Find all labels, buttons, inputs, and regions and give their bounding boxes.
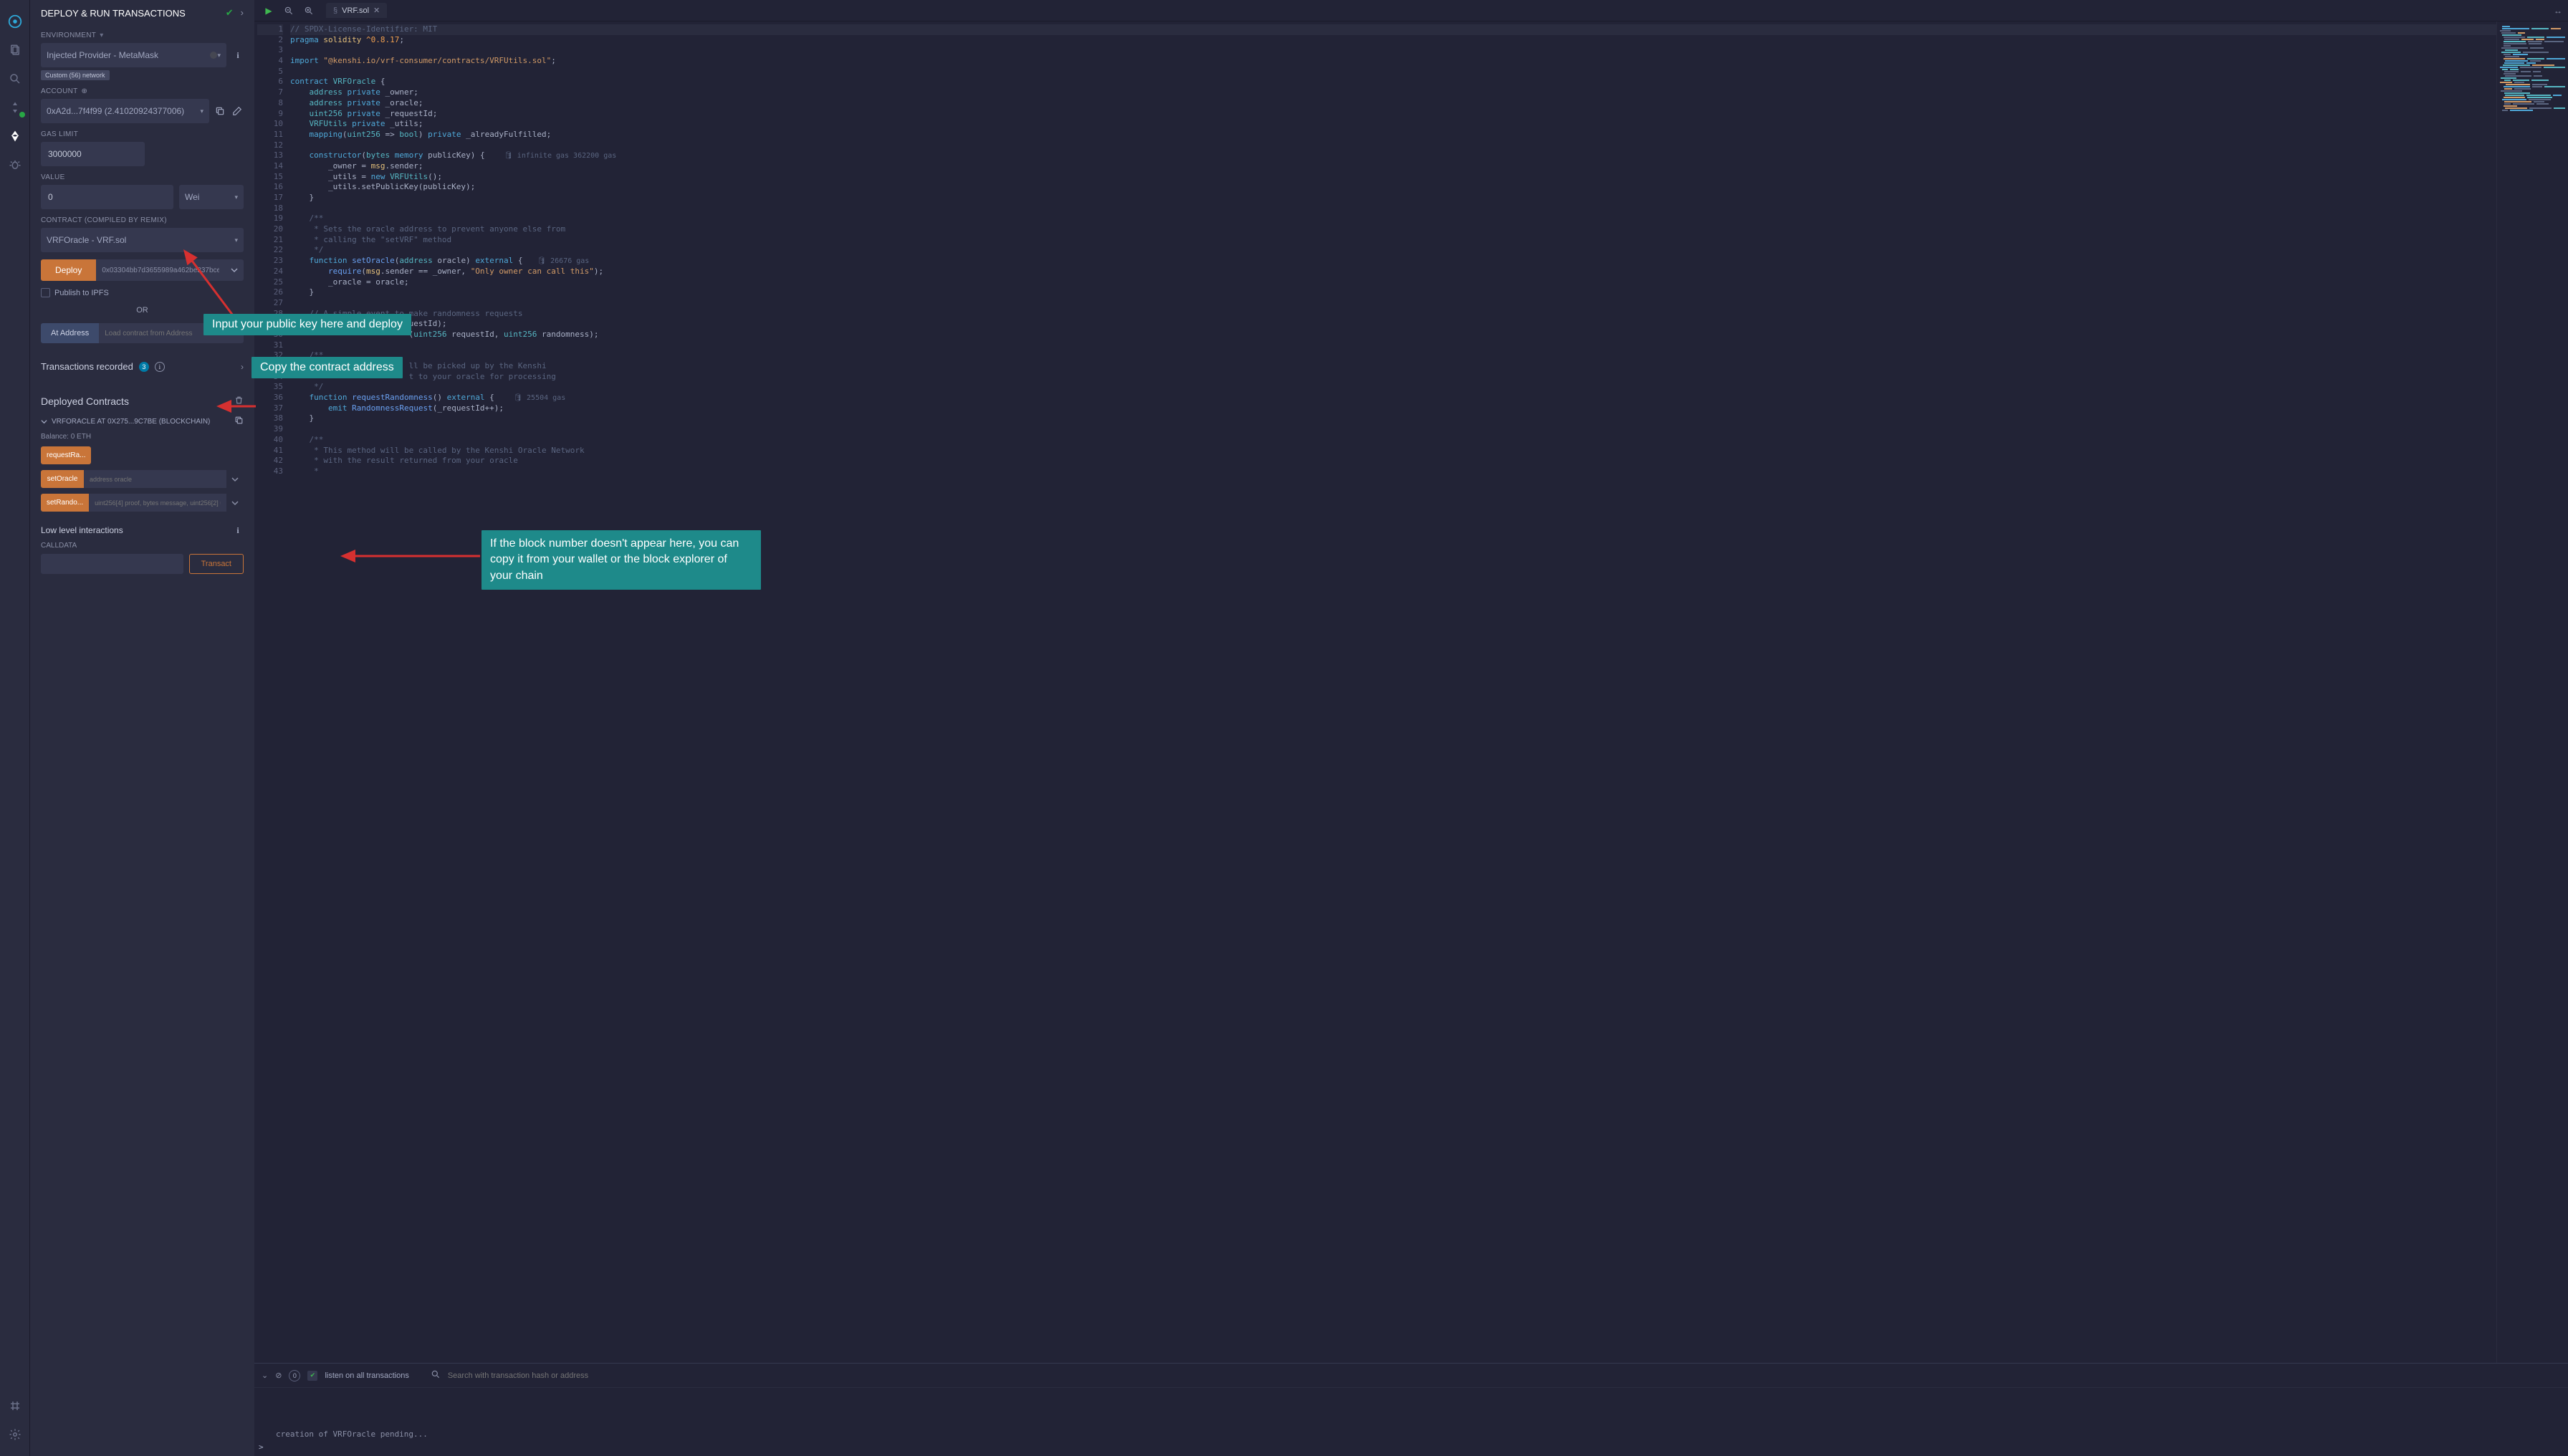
run-icon[interactable]: ▶ — [260, 2, 277, 19]
listen-label: listen on all transactions — [325, 1371, 408, 1380]
expand-editor-icon[interactable]: ↔ — [2554, 6, 2562, 16]
editor-topbar: ▶ § VRF.sol ✕ ↔ — [254, 0, 2568, 21]
solidity-icon: § — [333, 6, 337, 15]
account-select[interactable]: 0xA2d...7f4f99 (2.41020924377006) ▾ — [41, 99, 209, 123]
settings-icon[interactable] — [6, 1426, 24, 1443]
lowlevel-info-icon[interactable]: i — [232, 525, 244, 536]
value-label: VALUE — [41, 173, 244, 181]
terminal-search-icon[interactable] — [431, 1369, 441, 1381]
deployed-contract-toggle[interactable]: VRFORACLE AT 0X275...9C7BE (BLOCKCHAIN) — [41, 418, 210, 426]
environment-select[interactable]: Injected Provider - MetaMask ▾ — [41, 43, 226, 67]
fn-setOracle-expand-icon[interactable] — [226, 470, 244, 488]
file-explorer-icon[interactable] — [6, 42, 24, 59]
panel-expand-icon[interactable]: › — [241, 7, 244, 19]
transact-button[interactable]: Transact — [189, 554, 244, 574]
balance-text: Balance: 0 ETH — [41, 433, 244, 441]
env-info-icon[interactable]: i — [232, 49, 244, 61]
at-address-button[interactable]: At Address — [41, 323, 99, 343]
contract-select[interactable]: VRFOracle - VRF.sol ▾ — [41, 228, 244, 252]
zoom-in-icon[interactable] — [300, 2, 317, 19]
gas-label: GAS LIMIT — [41, 130, 244, 138]
terminal-search-input[interactable] — [448, 1371, 634, 1380]
transactions-recorded-row[interactable]: Transactions recorded 3 i › — [41, 361, 244, 378]
editor-area: 1234567891011121314151617181920212223242… — [254, 21, 2568, 1363]
network-badge: Custom (56) network — [41, 70, 110, 80]
tx-expand-icon[interactable]: › — [241, 362, 244, 372]
fn-requestRandomness-button[interactable]: requestRa... — [41, 446, 91, 464]
zoom-out-icon[interactable] — [280, 2, 297, 19]
code-content[interactable]: // SPDX-License-Identifier: MITpragma so… — [290, 21, 2496, 1363]
value-unit-select[interactable]: Wei ▾ — [179, 185, 244, 209]
gas-input[interactable] — [41, 142, 145, 166]
pending-tx-badge: 0 — [289, 1370, 300, 1381]
callout-deploy: Input your public key here and deploy — [203, 314, 411, 335]
compile-check-icon[interactable]: ✔ — [226, 7, 234, 19]
minimap[interactable] — [2496, 21, 2568, 1363]
copy-account-icon[interactable] — [214, 105, 226, 118]
add-account-icon[interactable]: ⊕ — [82, 87, 88, 95]
fn-setRandomness-input[interactable] — [89, 494, 226, 512]
terminal-clear-icon[interactable]: ⊘ — [275, 1371, 282, 1380]
callout-block: If the block number doesn't appear here,… — [481, 530, 761, 590]
debugger-icon[interactable] — [6, 156, 24, 173]
line-gutter: 1234567891011121314151617181920212223242… — [254, 21, 290, 1363]
terminal-toggle-icon[interactable]: ⌄ — [262, 1371, 268, 1380]
editor-main: ▶ § VRF.sol ✕ ↔ 123456789101112131415161… — [254, 0, 2568, 1456]
deploy-button[interactable]: Deploy — [41, 259, 96, 281]
swap-icon — [210, 52, 217, 59]
calldata-input[interactable] — [41, 554, 183, 574]
copy-contract-icon[interactable] — [234, 416, 244, 427]
deployed-contracts-label: Deployed Contracts — [41, 396, 129, 407]
environment-label: ENVIRONMENT ▾ — [41, 32, 244, 39]
lowlevel-label: Low level interactions — [41, 525, 123, 535]
tx-info-icon[interactable]: i — [155, 362, 165, 372]
contract-label: CONTRACT (Compiled by Remix) — [41, 216, 244, 224]
terminal: ⌄ ⊘ 0 ✔ listen on all transactions creat… — [254, 1363, 2568, 1456]
arrow-2 — [224, 399, 259, 416]
fn-setOracle-input[interactable] — [84, 470, 226, 488]
plugin-icon[interactable] — [6, 1397, 24, 1414]
fn-setOracle-button[interactable]: setOracle — [41, 470, 84, 488]
terminal-output-line: creation of VRFOracle pending... — [276, 1429, 2554, 1439]
fn-setRandomness-expand-icon[interactable] — [226, 494, 244, 512]
remix-logo-icon[interactable] — [6, 13, 24, 30]
calldata-label: CALLDATA — [41, 542, 244, 550]
deploy-panel: DEPLOY & RUN TRANSACTIONS ✔ › ENVIRONMEN… — [30, 0, 254, 1456]
close-tab-icon[interactable]: ✕ — [373, 6, 380, 15]
listen-checkbox[interactable]: ✔ — [307, 1371, 317, 1381]
edit-account-icon[interactable] — [231, 105, 244, 118]
chevron-down-icon — [41, 418, 47, 425]
terminal-prompt[interactable]: > — [259, 1442, 264, 1452]
editor-tab[interactable]: § VRF.sol ✕ — [326, 3, 387, 18]
panel-title: DEPLOY & RUN TRANSACTIONS — [41, 8, 186, 19]
icon-sidebar — [0, 0, 30, 1456]
callout-copy: Copy the contract address — [251, 357, 403, 378]
value-input[interactable] — [41, 185, 173, 209]
account-label: ACCOUNT ⊕ — [41, 87, 244, 95]
search-icon[interactable] — [6, 70, 24, 87]
tx-count-badge: 3 — [139, 362, 149, 372]
arrow-3 — [344, 542, 487, 573]
fn-setRandomness-button[interactable]: setRando... — [41, 494, 89, 512]
deploy-icon[interactable] — [6, 128, 24, 145]
compiler-icon[interactable] — [6, 99, 24, 116]
